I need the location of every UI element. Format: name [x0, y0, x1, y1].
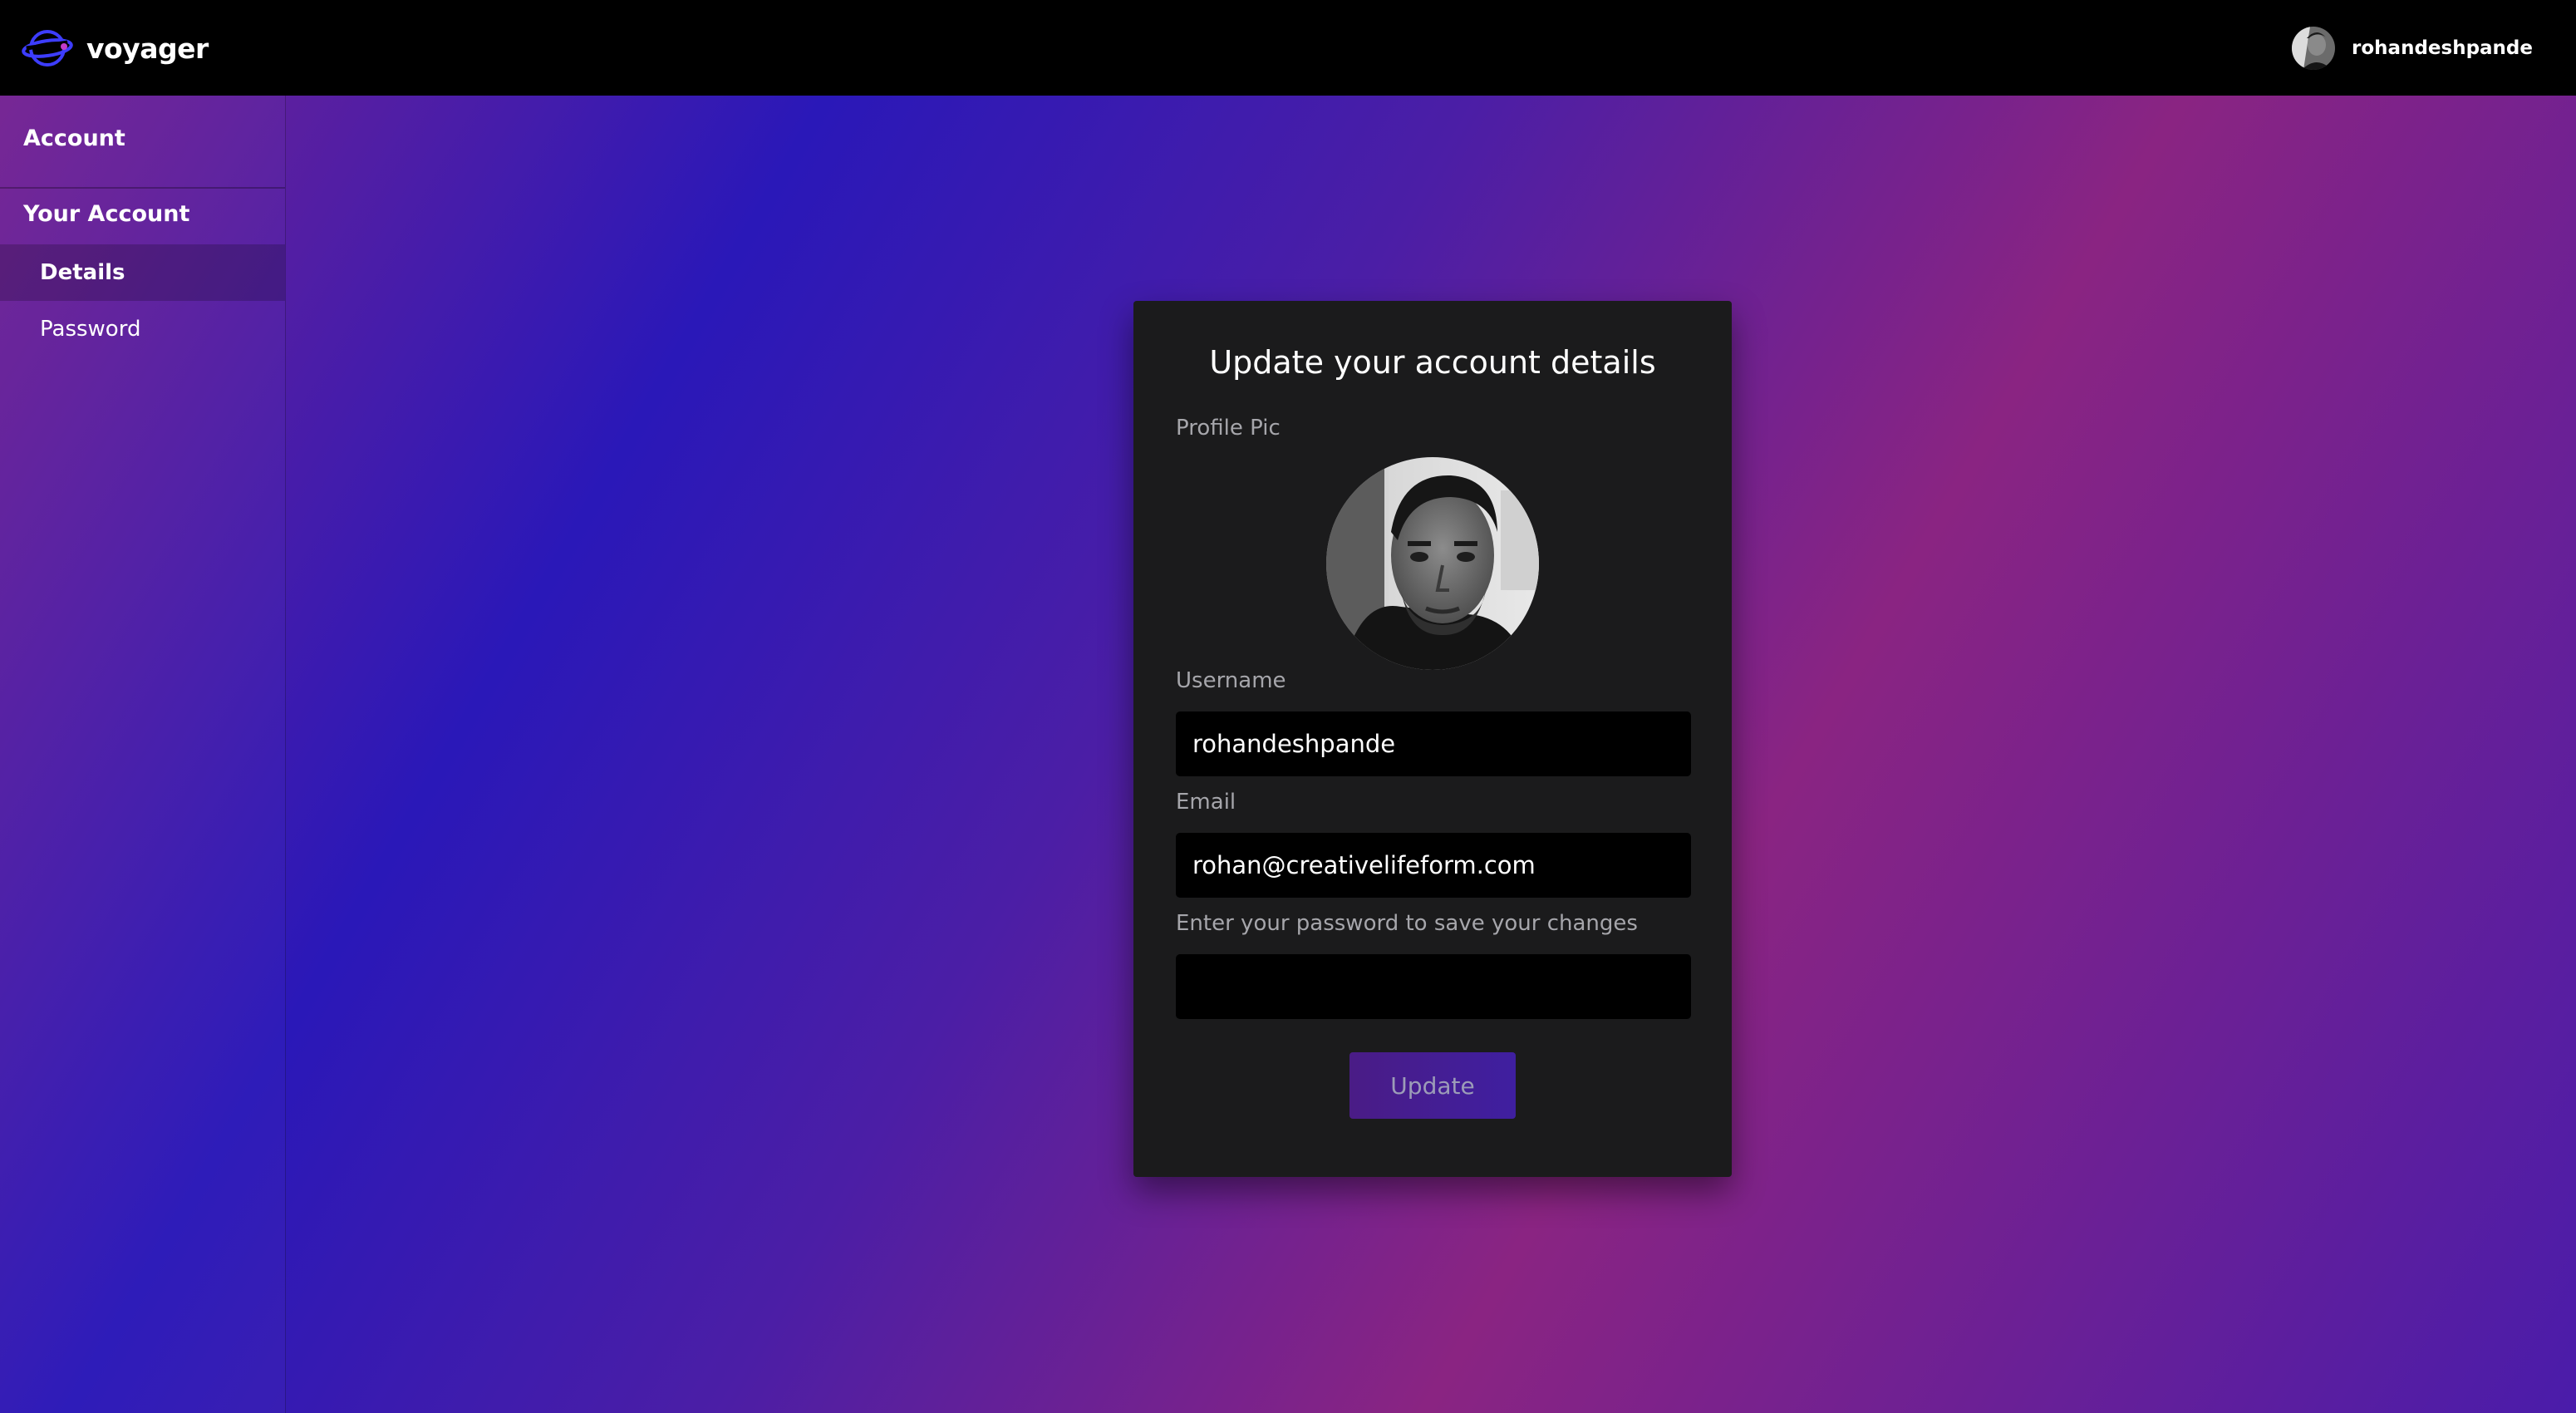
sidebar-item-password[interactable]: Password — [0, 301, 285, 357]
sidebar-item-label: Password — [40, 317, 141, 342]
username-label: Username — [1176, 668, 1286, 693]
profile-pic[interactable] — [1326, 457, 1539, 670]
update-button[interactable]: Update — [1349, 1052, 1516, 1119]
card-title: Update your account details — [1209, 344, 1656, 381]
sidebar-item-details[interactable]: Details — [0, 244, 285, 301]
email-label: Email — [1176, 790, 1236, 815]
password-label: Enter your password to save your changes — [1176, 911, 1638, 936]
account-details-card: Update your account details Profile Pic — [1133, 301, 1732, 1177]
user-avatar[interactable] — [2292, 27, 2336, 70]
sidebar-section-title: Your Account — [23, 201, 190, 227]
sidebar-heading: Account — [23, 126, 125, 151]
brand-name: voyager — [86, 32, 209, 65]
sidebar-divider — [0, 187, 285, 189]
brand-logo[interactable]: voyager — [22, 23, 209, 73]
planet-ring-icon — [22, 30, 73, 66]
profile-pic-label: Profile Pic — [1176, 416, 1281, 441]
sidebar: Account Your Account Details Password — [0, 96, 286, 1413]
top-bar: voyager rohandeshpande — [0, 0, 2576, 96]
sidebar-item-label: Details — [40, 260, 125, 285]
user-name: rohandeshpande — [2352, 37, 2533, 59]
profile-photo-icon — [1326, 457, 1539, 670]
email-input[interactable] — [1176, 833, 1691, 898]
password-input[interactable] — [1176, 954, 1691, 1019]
username-input[interactable] — [1176, 711, 1691, 776]
user-menu[interactable]: rohandeshpande — [2292, 25, 2533, 71]
